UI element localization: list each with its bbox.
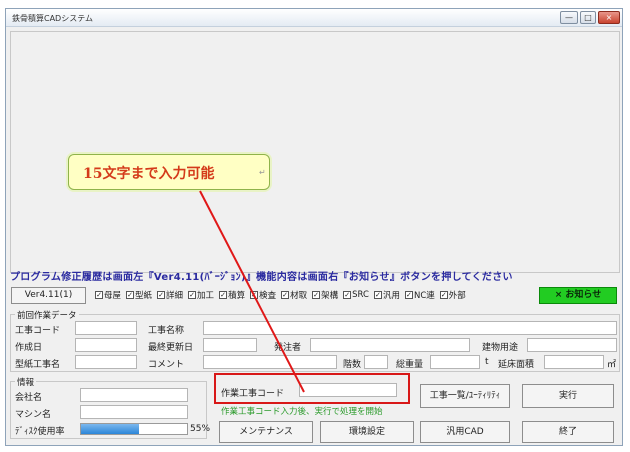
callout-arrow-line — [199, 190, 305, 393]
callout-arrow — [199, 190, 305, 393]
